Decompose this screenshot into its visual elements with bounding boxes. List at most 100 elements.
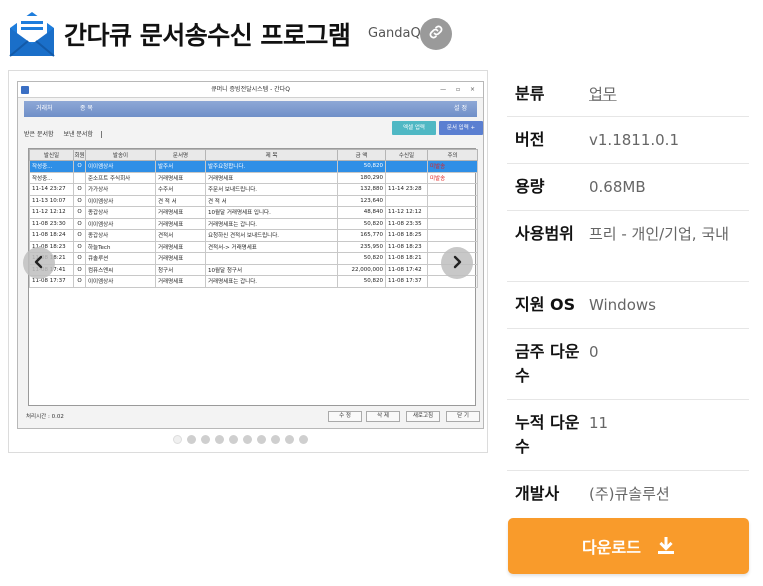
table-cell: O (73, 160, 86, 173)
table-cell: 거래명세표 (155, 240, 206, 253)
info-row-os: 지원 OS Windows (507, 282, 749, 329)
table-cell: O (73, 263, 86, 276)
table-cell: 180,290 (337, 171, 386, 184)
info-label: 버전 (515, 130, 545, 149)
screenshot-excel-button: 엑셀 업력 (392, 121, 436, 135)
table-cell (385, 160, 428, 173)
table-empty-row (30, 333, 478, 345)
table-cell: 50,820 (337, 217, 386, 230)
table-cell (427, 217, 478, 230)
table-cell: 요청하신 견적서 보내드립니다. (205, 229, 338, 242)
table-cell: O (73, 252, 86, 265)
table-empty-row (30, 322, 478, 334)
table-cell: 거래명세표 (205, 171, 338, 184)
table-cell: 견적서-> 거래명세표 (205, 240, 338, 253)
table-empty-row (30, 287, 478, 299)
gallery-dot[interactable] (173, 435, 182, 444)
table-cell: 123,640 (337, 194, 386, 207)
table-cell: 11-08 18:25 (385, 229, 428, 242)
table-empty-row (30, 345, 478, 357)
table-cell: 주문서 보내드립니다. (205, 183, 338, 196)
table-cell: 거래명세표 (155, 217, 206, 230)
download-button[interactable]: 다운로드 (508, 518, 749, 574)
table-cell: 거래명세표 (155, 252, 206, 265)
document-table: 발신일 회원 발송이 문서명 제 목금 액 수신일 주의 작성중... O 이이엠상사 발주서 발주… (29, 149, 478, 356)
table-column-header: 수신일 (385, 149, 428, 161)
gallery-dot[interactable] (299, 435, 308, 444)
table-row: 11-12 12:12 O 종갑상사 거래명세표 10월달 거래명세표 입니다. 48,8… (29, 206, 478, 219)
table-cell: 이이엠상사 (85, 194, 156, 207)
screenshot-menu-bar: 거래처 종 목 설 정 (24, 101, 477, 117)
gallery-dot[interactable] (201, 435, 210, 444)
table-cell (427, 194, 478, 207)
table-cell: 48,840 (337, 206, 386, 219)
table-row: 11-08 18:24 O 종갑상사 견적서 요청하신 견적서 보내드립니다. 165,7… (29, 229, 478, 242)
info-label: 분류 (515, 84, 545, 103)
screenshot-delete-button: 삭 제 (366, 411, 400, 422)
table-column-header: 발신일 (29, 149, 74, 161)
table-cell (385, 194, 428, 207)
gallery-next-button[interactable] (441, 247, 473, 279)
screenshot-window-title: 큐머니 증빙전달시스템 - 간다Q (211, 86, 290, 93)
gallery-dot[interactable] (187, 435, 196, 444)
table-cell: 컴퓨스엔씨 (85, 263, 156, 276)
share-link-button[interactable] (420, 18, 452, 50)
table-cell: O (73, 206, 86, 219)
gallery-dot[interactable] (215, 435, 224, 444)
table-cell: 미발송 (427, 160, 478, 173)
table-cell: 132,880 (337, 183, 386, 196)
gallery-dot[interactable] (229, 435, 238, 444)
program-info-panel: 분류 업무 버전 v1.1811.0.1 용량 0.68MB 사용범위 프리 -… (507, 71, 749, 518)
table-cell: 11-08 23:30 (29, 217, 74, 230)
table-cell: 준소프트 주식회사 (85, 171, 156, 184)
gallery-dot[interactable] (257, 435, 266, 444)
category-link[interactable]: 업무 (589, 82, 749, 116)
table-empty-row (30, 299, 478, 311)
table-cell: O (73, 217, 86, 230)
table-cell: 거래명세표 (155, 275, 206, 288)
app-title: 간다큐 문서송수신 프로그램 (64, 21, 351, 50)
table-cell: 청구서 (155, 263, 206, 276)
table-cell: O (73, 229, 86, 242)
table-cell: O (73, 275, 86, 288)
table-cell: 이이엠상사 (85, 275, 156, 288)
gallery-dot[interactable] (243, 435, 252, 444)
info-value: 0.68MB (589, 178, 646, 196)
download-label: 다운로드 (582, 538, 641, 557)
table-cell (385, 171, 428, 184)
table-cell (205, 252, 338, 265)
table-row: 작성중... 준소프트 주식회사 거래명세표 거래명세표 180,290 미발송 (29, 171, 478, 184)
table-row: 11-13 10:07 O 이이엠상사 견 적 서견 적 서 123,640 (29, 194, 478, 207)
window-controls-icon: — ▫ × (440, 86, 479, 93)
table-row: 11-14 23:27 O 가가상사 수주서 주문서 보내드립니다. 132,880 11-… (29, 183, 478, 196)
screenshot-gallery: 큐머니 증빙전달시스템 - 간다Q — ▫ × 거래처 종 목 설 정 받은 문… (8, 70, 488, 453)
publisher-name[interactable]: GandaQ (368, 26, 421, 41)
table-cell: 거래명세표는 갑니다. (205, 275, 338, 288)
chevron-left-icon (32, 254, 46, 273)
info-label: 개발사 (515, 484, 560, 503)
gallery-prev-button[interactable] (23, 247, 55, 279)
info-label: 지원 OS (515, 295, 576, 314)
window-icon (21, 86, 29, 94)
table-column-header: 발송이 (85, 149, 156, 161)
gallery-dot[interactable] (271, 435, 280, 444)
screenshot-toolbar: 받은 문서함 보낸 문서함 엑셀 업력 문서 입력 + (18, 121, 483, 143)
info-value: v1.1811.0.1 (589, 131, 679, 149)
screenshot-tab-divider (100, 131, 102, 138)
gallery-dot[interactable] (285, 435, 294, 444)
page-header: 간다큐 문서송수신 프로그램 GandaQ (0, 0, 763, 70)
screenshot-tab-received: 받은 문서함 (24, 131, 54, 138)
table-cell: 11-14 23:28 (385, 183, 428, 196)
table-column-header: 문서명 (155, 149, 206, 161)
table-cell: 거래명세표는 갑니다. (205, 217, 338, 230)
table-cell: 발주서 (155, 160, 206, 173)
screenshot-window-titlebar: 큐머니 증빙전달시스템 - 간다Q — ▫ × (18, 82, 483, 98)
table-cell: 22,000,000 (337, 263, 386, 276)
info-row-version: 버전 v1.1811.0.1 (507, 117, 749, 164)
screenshot-menu-item: 설 정 (454, 105, 467, 112)
screenshot-menu-item: 거래처 (36, 105, 53, 112)
table-cell: 11-13 10:07 (29, 194, 74, 207)
table-cell: 발주요청합니다. (205, 160, 338, 173)
download-icon (657, 537, 675, 555)
info-row-developer: 개발사 (주)큐솔루션 (507, 471, 749, 518)
